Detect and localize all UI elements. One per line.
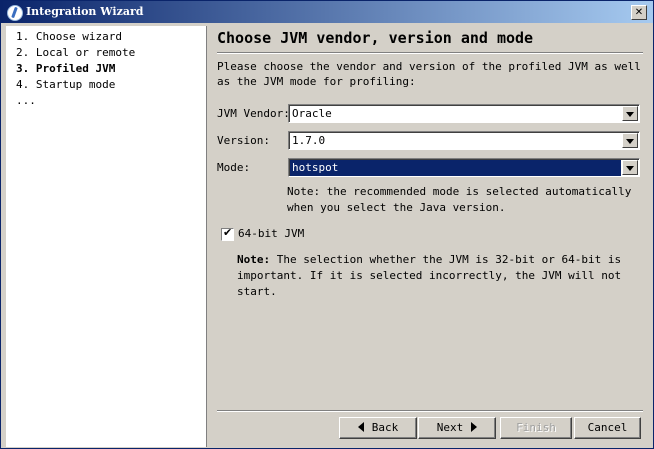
chevron-down-icon[interactable] bbox=[622, 133, 638, 148]
version-label: Version: bbox=[217, 134, 270, 147]
mode-label: Mode: bbox=[217, 161, 251, 174]
bitness-note: Note: The selection whether the JVM is 3… bbox=[237, 252, 647, 300]
jvm-vendor-value: Oracle bbox=[292, 107, 332, 120]
heading-divider bbox=[217, 52, 643, 54]
integration-wizard-window: Integration Wizard ✕ 1. Choose wizard 2.… bbox=[0, 0, 654, 449]
step-profiled-jvm: 3. Profiled JVM bbox=[16, 62, 116, 75]
cancel-label: Cancel bbox=[587, 421, 628, 434]
jvm-vendor-label: JVM Vendor: bbox=[217, 107, 290, 120]
step-startup-mode: 4. Startup mode bbox=[16, 78, 116, 91]
bitness-note-text: The selection whether the JVM is 32-bit … bbox=[237, 253, 622, 298]
finish-button[interactable]: Finish bbox=[500, 417, 572, 439]
window-title: Integration Wizard bbox=[26, 5, 144, 18]
cancel-button[interactable]: Cancel bbox=[574, 417, 641, 439]
64-bit-checkbox[interactable]: ✔ bbox=[221, 226, 234, 241]
title-bar[interactable]: Integration Wizard ✕ bbox=[1, 1, 653, 23]
mode-note: Note: the recommended mode is selected a… bbox=[287, 185, 632, 214]
wizard-content: Choose JVM vendor, version and mode Plea… bbox=[207, 26, 653, 447]
back-label: Back bbox=[371, 421, 399, 434]
wizard-icon bbox=[7, 5, 23, 21]
mode-select[interactable]: hotspot bbox=[288, 158, 640, 177]
arrow-right-icon bbox=[471, 422, 478, 432]
64-bit-label[interactable]: 64-bit JVM bbox=[238, 226, 304, 242]
mode-value: hotspot bbox=[290, 160, 621, 176]
close-icon[interactable]: ✕ bbox=[631, 5, 647, 20]
chevron-down-icon[interactable] bbox=[622, 106, 638, 121]
step-local-or-remote: 2. Local or remote bbox=[16, 46, 136, 59]
bitness-note-prefix: Note: bbox=[237, 253, 271, 266]
chevron-down-icon[interactable] bbox=[622, 160, 638, 175]
version-value: 1.7.0 bbox=[292, 134, 326, 147]
step-choose-wizard: 1. Choose wizard bbox=[16, 30, 122, 43]
version-select[interactable]: 1.7.0 bbox=[288, 131, 640, 150]
page-title: Choose JVM vendor, version and mode bbox=[217, 29, 534, 47]
button-divider bbox=[217, 410, 643, 412]
wizard-steps-panel: 1. Choose wizard 2. Local or remote 3. P… bbox=[6, 26, 207, 447]
jvm-vendor-select[interactable]: Oracle bbox=[288, 104, 640, 123]
page-description: Please choose the vendor and version of … bbox=[217, 60, 641, 88]
step-more: ... bbox=[16, 94, 36, 107]
arrow-left-icon bbox=[357, 422, 364, 432]
finish-label: Finish bbox=[516, 421, 556, 434]
back-button[interactable]: Back bbox=[339, 417, 417, 439]
next-label: Next bbox=[436, 421, 464, 434]
next-button[interactable]: Next bbox=[418, 417, 496, 439]
checkmark-icon: ✔ bbox=[223, 226, 233, 239]
